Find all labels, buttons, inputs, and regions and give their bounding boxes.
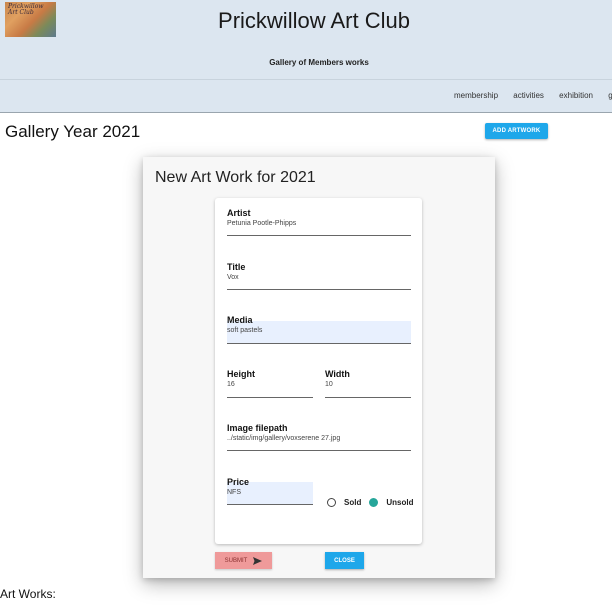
artist-underline [227,235,411,236]
new-artwork-modal: New Art Work for 2021 Artist Petunia Poo… [143,157,495,578]
width-input[interactable]: 10 [325,381,333,388]
height-field[interactable]: Height 16 [227,369,313,398]
height-input[interactable]: 16 [227,381,235,388]
image-filepath-input[interactable]: ../static/img/gallery/voxserene 27.jpg [227,435,340,442]
title-underline [227,289,411,290]
price-underline [227,504,313,505]
price-input[interactable]: NFS [227,489,241,496]
modal-title: New Art Work for 2021 [155,169,316,186]
width-field[interactable]: Width 10 [325,369,411,398]
height-underline [227,397,313,398]
main-nav: membership activities exhibition gall [454,91,612,100]
media-field[interactable]: Media soft pastels [227,315,411,344]
nav-divider [0,79,612,80]
artist-field[interactable]: Artist Petunia Pootle-Phipps [227,208,411,236]
unsold-radio[interactable] [369,498,379,507]
close-button[interactable]: CLOSE [325,552,364,569]
image-filepath-underline [227,450,411,451]
site-subtitle: Gallery of Members works [269,58,369,67]
nav-item-activities[interactable]: activities [513,91,544,100]
artwork-form-card: Artist Petunia Pootle-Phipps Title Vox M… [215,198,422,544]
artworks-section-label: Art Works: [0,587,56,601]
title-field[interactable]: Title Vox [227,262,411,290]
image-filepath-label: Image filepath [227,423,288,433]
add-artwork-button[interactable]: ADD ARTWORK [485,123,548,139]
artist-input[interactable]: Petunia Pootle-Phipps [227,220,296,227]
width-label: Width [325,369,350,379]
submit-button[interactable]: SUBMIT [215,552,272,569]
price-field[interactable]: Price NFS [227,477,313,505]
media-label: Media [227,315,253,325]
send-icon [253,556,263,565]
page-title: Gallery Year 2021 [5,122,141,141]
title-label: Title [227,262,246,272]
nav-item-exhibition[interactable]: exhibition [559,91,593,100]
title-input[interactable]: Vox [227,274,239,281]
unsold-label[interactable]: Unsold [386,498,413,507]
sold-radio[interactable] [327,498,336,507]
image-filepath-field[interactable]: Image filepath ../static/img/gallery/vox… [227,423,411,451]
artist-label: Artist [227,208,251,218]
site-header: Prickwillow Art Club Prickwillow Art Clu… [0,0,612,113]
nav-item-membership[interactable]: membership [454,91,498,100]
submit-label: SUBMIT [224,557,248,564]
width-underline [325,397,411,398]
sold-label[interactable]: Sold [344,498,361,507]
height-label: Height [227,369,255,379]
media-underline [227,343,411,344]
site-title: Prickwillow Art Club [218,8,410,33]
media-input[interactable]: soft pastels [227,327,262,334]
nav-item-gallery[interactable]: gall [608,91,612,100]
price-label: Price [227,477,250,487]
sale-status-group: Sold Unsold [327,498,413,507]
